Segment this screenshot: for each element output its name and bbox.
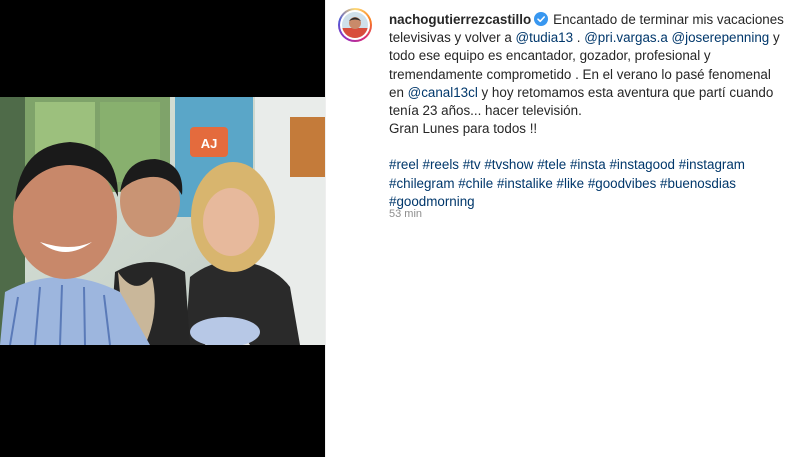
caption-body: Encantado de terminar mis vacaciones tel… — [389, 12, 784, 136]
hashtag-link[interactable]: #goodmorning — [389, 194, 475, 209]
hashtag-link[interactable]: #insta — [570, 157, 606, 172]
hashtag-link[interactable]: #chile — [458, 176, 493, 191]
caption-text-segment: Gran Lunes para todos !! — [389, 121, 538, 137]
hashtag-link[interactable]: #chilegram — [389, 176, 455, 191]
username-link[interactable]: nachogutierrezcastillo — [389, 12, 531, 27]
hashtag-link[interactable]: #instagood — [609, 157, 675, 172]
caption-text: nachogutierrezcastillo Encantado de termi… — [389, 11, 789, 211]
hashtag-link[interactable]: #like — [557, 176, 585, 191]
selfie-photo-illustration: AJ — [0, 97, 325, 345]
post-photo[interactable]: AJ — [0, 97, 325, 345]
verified-badge-icon — [534, 12, 549, 26]
instagram-post-view: AJ nachogutierrezcastillo Encantado de t… — [0, 0, 800, 457]
hashtag-link[interactable]: #instagram — [679, 157, 745, 172]
author-avatar[interactable] — [338, 8, 372, 42]
hashtag-link[interactable]: #reel — [389, 157, 419, 172]
hashtag-link[interactable]: #goodvibes — [588, 176, 657, 191]
hashtag-list: #reel #reels #tv #tvshow #tele #insta #i… — [389, 156, 789, 211]
hashtag-link[interactable]: #tv — [463, 157, 481, 172]
mention-link[interactable]: @canal13cl — [408, 85, 478, 100]
post-media-area: AJ — [0, 0, 325, 457]
post-timestamp: 53 min — [389, 208, 423, 220]
sign-letters: AJ — [201, 136, 218, 151]
hashtag-link[interactable]: #tvshow — [484, 157, 533, 172]
caption-pane: nachogutierrezcastillo Encantado de termi… — [325, 0, 800, 457]
avatar-image — [342, 12, 368, 38]
hashtag-link[interactable]: #tele — [537, 157, 566, 172]
hashtag-link[interactable]: #buenosdias — [660, 176, 736, 191]
mention-link[interactable]: @pri.vargas.a — [584, 30, 668, 45]
caption-text-segment: . — [573, 30, 585, 46]
hashtag-link[interactable]: #instalike — [497, 176, 553, 191]
mention-link[interactable]: @joserepenning — [672, 30, 770, 45]
mention-link[interactable]: @tudia13 — [516, 30, 574, 45]
hashtag-link[interactable]: #reels — [423, 157, 459, 172]
